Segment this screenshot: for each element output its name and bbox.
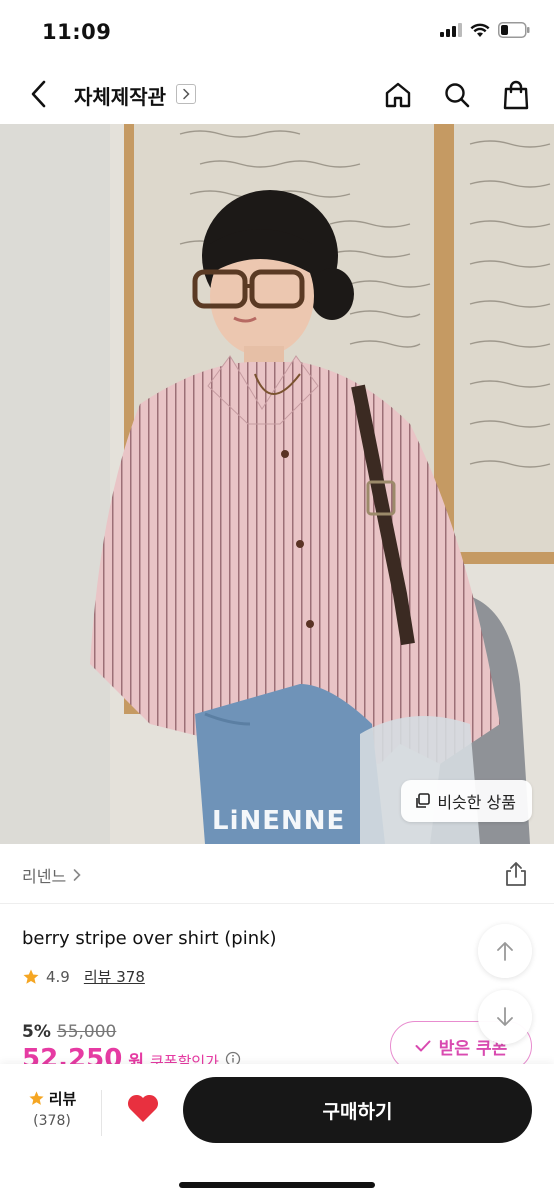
brand-name: 리넨느 xyxy=(22,867,67,886)
status-bar: 11:09 xyxy=(0,0,554,66)
brand-watermark: LiNENNE xyxy=(212,806,346,836)
buy-button[interactable]: 구매하기 xyxy=(183,1077,532,1143)
star-icon xyxy=(23,969,39,984)
bottom-action-bar: 리뷰 (378) 구매하기 xyxy=(0,1064,554,1200)
top-nav-bar: 자체제작관 xyxy=(0,66,554,124)
original-price: 55,000 xyxy=(56,1022,117,1042)
heart-icon xyxy=(127,1094,159,1122)
discount-rate: 5% xyxy=(22,1022,51,1042)
check-icon xyxy=(415,1040,431,1052)
search-icon xyxy=(445,83,470,108)
search-button[interactable] xyxy=(440,78,474,112)
scroll-to-bottom-button[interactable] xyxy=(478,990,532,1044)
buy-button-label: 구매하기 xyxy=(322,1100,393,1123)
like-button[interactable] xyxy=(126,1092,162,1128)
similar-products-button[interactable]: 비슷한 상품 xyxy=(401,780,532,822)
product-name: berry stripe over shirt (pink) xyxy=(22,928,277,949)
battery-icon xyxy=(498,22,530,38)
cart-button[interactable] xyxy=(499,78,533,112)
price-row: 5% 55,000 xyxy=(22,1022,116,1042)
review-tab-label: 리뷰 xyxy=(48,1090,77,1108)
home-button[interactable] xyxy=(381,78,415,112)
status-icons xyxy=(440,22,530,38)
shop-title-chevron[interactable] xyxy=(176,84,196,104)
chevron-right-icon xyxy=(73,869,81,881)
review-link[interactable]: 리뷰 378 xyxy=(84,966,145,987)
shopping-bag-icon xyxy=(503,80,529,110)
arrow-down-icon xyxy=(497,1007,513,1026)
arrow-up-icon xyxy=(497,942,513,961)
review-tab-count: (378) xyxy=(33,1113,71,1129)
back-arrow-icon xyxy=(31,80,46,108)
brand-link[interactable]: 리넨느 xyxy=(22,863,82,887)
share-icon xyxy=(506,862,526,886)
review-tab-label-row: 리뷰 xyxy=(28,1088,77,1109)
copy-icon xyxy=(416,793,431,808)
brand-row: 리넨느 xyxy=(0,844,554,904)
shop-title[interactable]: 자체제작관 xyxy=(74,81,166,110)
scroll-to-top-button[interactable] xyxy=(478,924,532,978)
divider xyxy=(101,1090,102,1136)
rating-row: 4.9 리뷰 378 xyxy=(22,966,145,987)
home-icon xyxy=(385,82,411,108)
star-icon xyxy=(29,1091,44,1105)
wifi-icon xyxy=(470,23,490,37)
chevron-right-icon xyxy=(183,88,190,100)
home-indicator xyxy=(179,1182,375,1188)
rating-value: 4.9 xyxy=(46,967,70,986)
cellular-signal-icon xyxy=(440,23,462,37)
review-tab[interactable]: 리뷰 (378) xyxy=(22,1088,82,1129)
product-hero-image[interactable]: LiNENNE 비슷한 상품 xyxy=(0,124,554,844)
similar-products-label: 비슷한 상품 xyxy=(437,793,516,812)
status-time: 11:09 xyxy=(42,20,112,44)
share-button[interactable] xyxy=(502,860,530,888)
back-button[interactable] xyxy=(20,76,56,112)
product-photo xyxy=(0,124,554,844)
